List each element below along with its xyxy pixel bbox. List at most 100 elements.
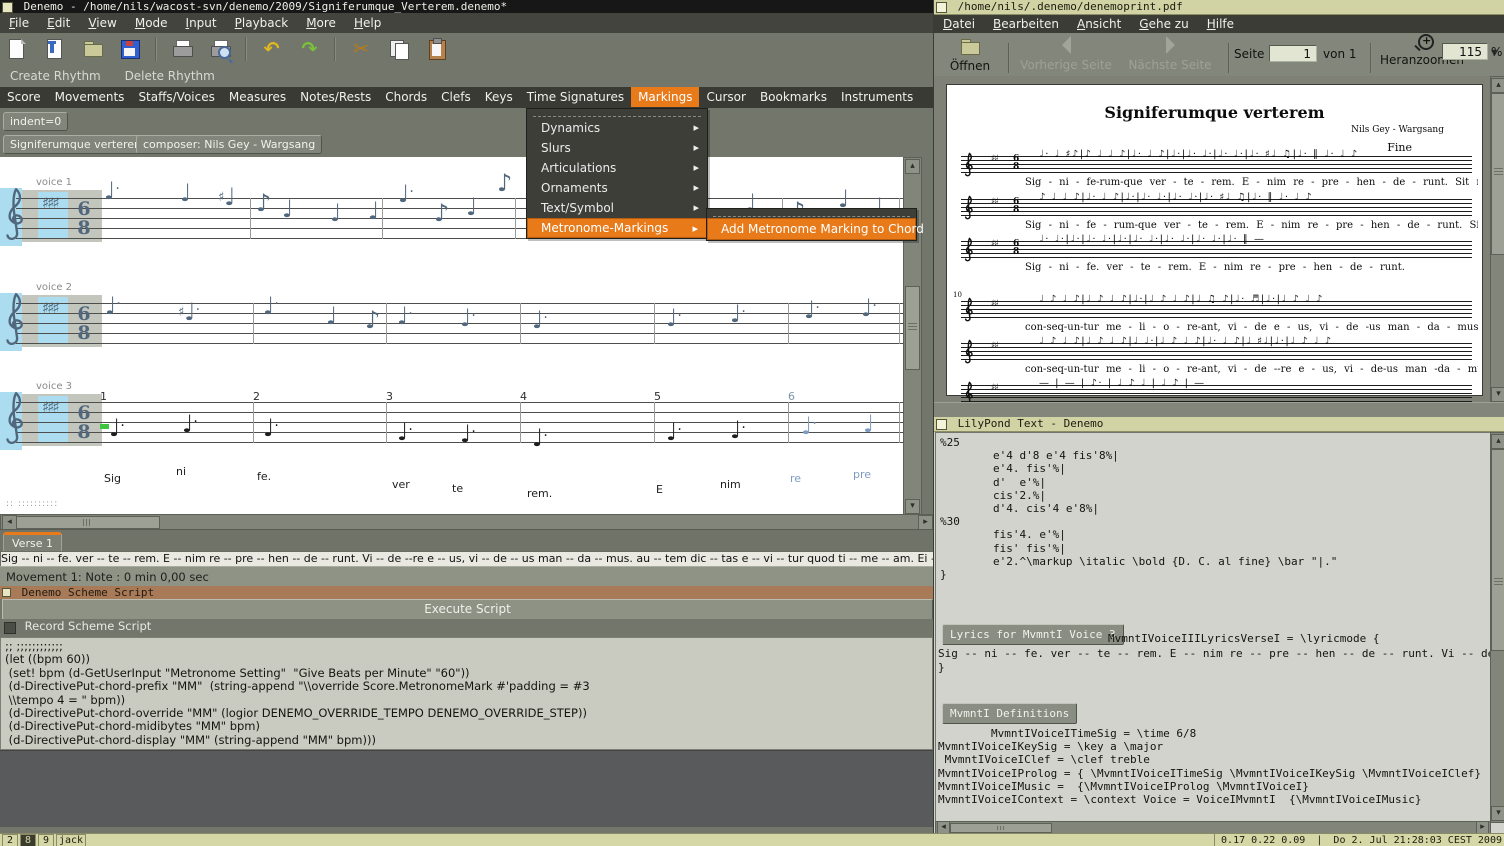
- menu-notes-rests[interactable]: Notes/Rests: [293, 87, 378, 107]
- menu-item-ornaments[interactable]: Ornaments ▸: [527, 178, 707, 198]
- lyric-syllable[interactable]: pre: [853, 468, 871, 481]
- scroll-up-icon[interactable]: ▴: [1491, 78, 1504, 93]
- menu-ansicht[interactable]: Ansicht: [1068, 15, 1130, 33]
- menu-item-metronome-markings[interactable]: Metronome-Markings ▸: [527, 218, 707, 238]
- menu-view[interactable]: View: [79, 13, 125, 33]
- menu-score[interactable]: Score: [0, 87, 48, 107]
- menu-input[interactable]: Input: [177, 13, 226, 33]
- menu-instruments[interactable]: Instruments: [834, 87, 920, 107]
- note[interactable]: ♩·: [666, 418, 682, 444]
- copy-icon[interactable]: [388, 38, 410, 60]
- taskbar-button-jack[interactable]: jack: [56, 834, 87, 846]
- note[interactable]: ♩: [180, 181, 191, 205]
- lilypond-code-block[interactable]: %25 e'4 d'8 e'4 fis'8%| e'4. fis'%| d' e…: [940, 436, 1337, 581]
- note[interactable]: ♩: [326, 304, 337, 328]
- menu-markings[interactable]: Markings: [631, 87, 700, 107]
- lyric-syllable[interactable]: re: [790, 472, 801, 485]
- note[interactable]: ♯♩·: [178, 298, 200, 325]
- note[interactable]: ♩·: [109, 414, 125, 440]
- lyric-syllable[interactable]: E: [656, 483, 663, 496]
- denemo-titlebar[interactable]: Denemo - /home/nils/wacost-svn/denemo/20…: [0, 0, 933, 14]
- open-icon[interactable]: [82, 38, 104, 60]
- scrollbar-thumb[interactable]: [1491, 93, 1504, 255]
- lyric-syllable[interactable]: Sig: [104, 472, 121, 485]
- menu-edit[interactable]: Edit: [38, 13, 79, 33]
- menu-tearoff[interactable]: [533, 111, 701, 117]
- scrollbar-thumb[interactable]: [16, 516, 160, 529]
- lyric-syllable[interactable]: fe.: [257, 470, 271, 483]
- definitions-section-button[interactable]: MvmntI Definitions: [942, 703, 1078, 725]
- indent-directive-button[interactable]: indent=0: [3, 112, 69, 131]
- lyric-syllable[interactable]: rem.: [527, 487, 552, 500]
- lilypond-text-editor[interactable]: %25 e'4 d'8 e'4 fis'8%| e'4. fis'%| d' e…: [935, 432, 1491, 823]
- menu-movements[interactable]: Movements: [48, 87, 132, 107]
- scrollbar-thumb[interactable]: [1491, 449, 1504, 651]
- lilypond-definitions-block[interactable]: MvmntIVoiceITimeSig = \time 6/8 MvmntIVo…: [938, 727, 1481, 822]
- scroll-up-icon[interactable]: ▴: [1491, 434, 1504, 449]
- note[interactable]: ♩·: [532, 306, 548, 332]
- note[interactable]: ♩·: [104, 177, 120, 203]
- note[interactable]: ♩·: [263, 292, 279, 318]
- redo-icon[interactable]: ↷: [298, 38, 320, 60]
- zoom-level-input[interactable]: 115: [1442, 43, 1488, 60]
- note[interactable]: ♩·: [730, 300, 746, 326]
- taskbar-button-2[interactable]: 2: [2, 834, 18, 846]
- note[interactable]: ♩·: [666, 304, 682, 330]
- note[interactable]: ♩·: [804, 296, 820, 322]
- note[interactable]: ♩·: [397, 302, 413, 328]
- pdf-viewer-titlebar[interactable]: /home/nils/.denemo/denemoprint.pdf: [934, 0, 1504, 15]
- page-number-input[interactable]: 1: [1269, 45, 1317, 62]
- menu-cursor[interactable]: Cursor: [699, 87, 752, 107]
- note[interactable]: ♩·: [861, 294, 877, 320]
- menu-staffs-voices[interactable]: Staffs/Voices: [131, 87, 221, 107]
- new-file-icon[interactable]: [6, 38, 28, 60]
- record-scheme-checkbox[interactable]: [4, 622, 16, 634]
- note[interactable]: ♪: [497, 171, 512, 195]
- menu-bookmarks[interactable]: Bookmarks: [753, 87, 834, 107]
- paste-icon[interactable]: [426, 38, 448, 60]
- previous-page-button[interactable]: Vorherige Seite: [1014, 36, 1118, 72]
- menu-chords[interactable]: Chords: [378, 87, 434, 107]
- menu-more[interactable]: More: [297, 13, 345, 33]
- menu-item-slurs[interactable]: Slurs ▸: [527, 138, 707, 158]
- note[interactable]: ♪: [365, 308, 380, 332]
- menu-hilfe[interactable]: Hilfe: [1198, 15, 1243, 33]
- menu-datei[interactable]: Datei: [934, 15, 984, 33]
- note[interactable]: ♩·: [398, 180, 414, 206]
- lyric-syllable[interactable]: te: [452, 482, 463, 495]
- note[interactable]: ♩·: [182, 410, 198, 436]
- note[interactable]: ♪: [256, 191, 271, 215]
- taskbar-button-9[interactable]: 9: [38, 834, 54, 846]
- menu-item-add-metronome-marking[interactable]: Add Metronome Marking to Chord: [707, 218, 924, 240]
- note[interactable]: ♩: [466, 195, 477, 219]
- print-icon[interactable]: [171, 38, 194, 60]
- note[interactable]: ♩·: [460, 304, 476, 330]
- scroll-down-icon[interactable]: ▾: [1491, 806, 1504, 821]
- menu-gehe-zu[interactable]: Gehe zu: [1130, 15, 1197, 33]
- menu-item-text-symbol[interactable]: Text/Symbol ▸: [527, 198, 707, 218]
- scroll-left-icon[interactable]: ◂: [2, 515, 17, 530]
- lyric-syllable[interactable]: ver: [392, 478, 410, 491]
- note[interactable]: ♩·: [730, 416, 746, 442]
- menu-item-articulations[interactable]: Articulations ▸: [527, 158, 707, 178]
- note[interactable]: ♩: [330, 201, 341, 225]
- scroll-down-icon[interactable]: ▾: [1491, 387, 1504, 402]
- note[interactable]: ♪: [434, 201, 449, 225]
- menu-file[interactable]: File: [0, 13, 38, 33]
- scroll-down-icon[interactable]: ▾: [905, 499, 920, 514]
- note[interactable]: ♩: [282, 197, 293, 221]
- menu-bearbeiten[interactable]: Bearbeiten: [984, 15, 1068, 33]
- lilypond-titlebar[interactable]: LilyPond Text - Denemo: [934, 417, 1504, 432]
- menu-clefs[interactable]: Clefs: [434, 87, 478, 107]
- score-composer-button[interactable]: composer: Nils Gey - Wargsang: [136, 135, 323, 154]
- note[interactable]: ♩·: [397, 418, 413, 444]
- lyric-syllable[interactable]: nim: [720, 478, 741, 491]
- scheme-script-titlebar[interactable]: Denemo Scheme Script: [0, 586, 933, 599]
- pdf-content-area[interactable]: Signiferumque verterem Nils Gey - Wargsa…: [934, 76, 1490, 402]
- undo-icon[interactable]: ↶: [261, 38, 283, 60]
- open-button[interactable]: Öffnen: [942, 36, 998, 73]
- menu-item-dynamics[interactable]: Dynamics ▸: [527, 118, 707, 138]
- note[interactable]: ♩: [863, 412, 874, 436]
- menu-time-signatures[interactable]: Time Signatures: [520, 87, 631, 107]
- lilypond-vertical-scrollbar[interactable]: ▴ ▾: [1490, 432, 1504, 823]
